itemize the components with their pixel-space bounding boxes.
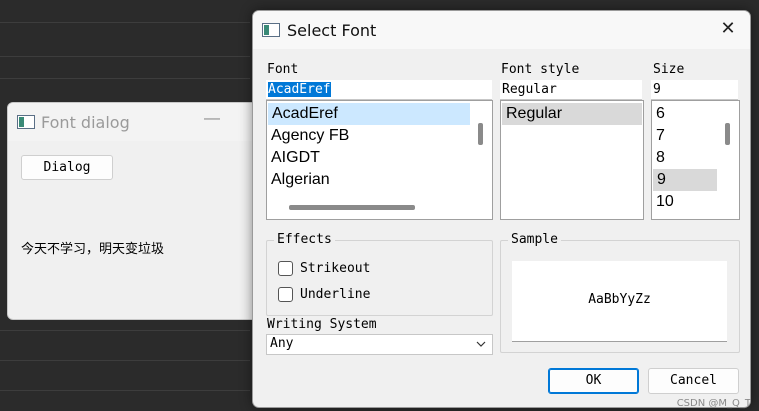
size-list-item[interactable]: 10 bbox=[652, 191, 739, 213]
strikeout-label[interactable]: Strikeout bbox=[300, 261, 370, 276]
chevron-down-icon bbox=[476, 341, 486, 347]
watermark: CSDN @M_Q_T bbox=[676, 398, 751, 409]
font-name-input[interactable]: AcadEref bbox=[266, 80, 492, 100]
effects-label: Effects bbox=[274, 232, 335, 247]
underline-checkbox[interactable] bbox=[278, 287, 293, 302]
body-label: 今天不学习，明天变垃圾 bbox=[21, 242, 165, 257]
font-list-item[interactable]: AcadEref bbox=[268, 103, 470, 125]
minimize-icon[interactable]: — bbox=[204, 111, 220, 127]
size-list-item[interactable]: 8 bbox=[652, 147, 739, 169]
size-input[interactable]: 9 bbox=[651, 80, 738, 100]
size-list-item[interactable]: 9 bbox=[653, 169, 717, 191]
font-style-list-item[interactable]: Regular bbox=[502, 103, 642, 125]
font-list-item[interactable]: AIGDT bbox=[267, 147, 492, 169]
effects-group bbox=[266, 240, 493, 316]
font-list-item[interactable]: Algerian bbox=[267, 169, 492, 191]
font-list[interactable]: AcadEref Agency FB AIGDT Algerian bbox=[266, 100, 493, 220]
font-name-value: AcadEref bbox=[268, 82, 331, 97]
close-icon[interactable]: ✕ bbox=[719, 19, 737, 37]
font-list-hscrollbar[interactable] bbox=[289, 205, 415, 210]
writing-system-label: Writing System bbox=[267, 317, 377, 332]
app-window-icon bbox=[262, 23, 280, 37]
underline-label[interactable]: Underline bbox=[300, 287, 370, 302]
app-window-icon bbox=[17, 115, 35, 129]
writing-system-combo[interactable]: Any bbox=[266, 334, 493, 355]
font-list-vscrollbar[interactable] bbox=[478, 123, 483, 145]
font-style-list[interactable]: Regular bbox=[500, 100, 644, 220]
writing-system-value: Any bbox=[270, 336, 294, 351]
ok-button[interactable]: OK bbox=[548, 368, 639, 394]
font-list-item[interactable]: Agency FB bbox=[267, 125, 492, 147]
dialog-button[interactable]: Dialog bbox=[21, 155, 113, 180]
font-style-input[interactable]: Regular bbox=[500, 80, 642, 100]
select-font-titlebar: Select Font bbox=[253, 11, 750, 49]
size-list-item[interactable]: 6 bbox=[652, 103, 739, 125]
font-dialog-title: Font dialog bbox=[41, 112, 130, 132]
size-label: Size bbox=[653, 62, 685, 77]
select-font-dialog: Select Font ✕ Font AcadEref AcadEref Age… bbox=[252, 10, 751, 408]
font-style-label: Font style bbox=[501, 62, 580, 77]
font-label: Font bbox=[267, 62, 299, 77]
strikeout-checkbox[interactable] bbox=[278, 261, 293, 276]
size-list[interactable]: 6 7 8 9 10 bbox=[651, 100, 740, 220]
cancel-button[interactable]: Cancel bbox=[648, 368, 739, 394]
sample-label: Sample bbox=[508, 232, 561, 247]
size-list-vscrollbar[interactable] bbox=[725, 123, 730, 145]
sample-text: AaBbYyZz bbox=[588, 292, 651, 307]
select-font-title: Select Font bbox=[287, 20, 377, 40]
sample-preview: AaBbYyZz bbox=[512, 261, 727, 342]
